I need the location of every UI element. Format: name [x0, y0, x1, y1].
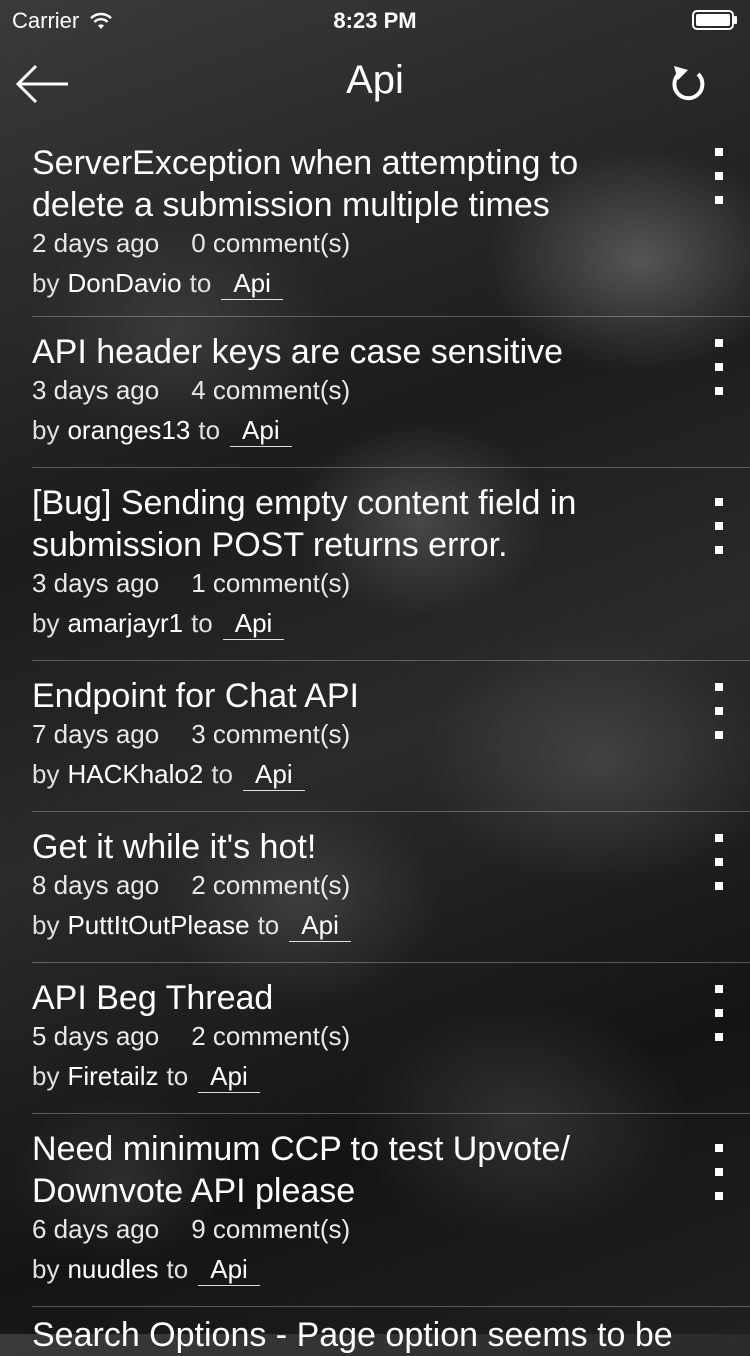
post-byline: by HACKhalo2 to Api: [32, 757, 750, 795]
channel-link[interactable]: Api: [289, 909, 351, 942]
post-age: 2 days ago: [32, 228, 160, 258]
more-options-icon[interactable]: [706, 834, 732, 894]
more-options-icon[interactable]: [706, 498, 732, 558]
by-label: by: [32, 268, 60, 298]
post-row[interactable]: API Beg Thread 5 days ago 2 comment(s) by…: [32, 963, 750, 1114]
post-title[interactable]: Endpoint for Chat API: [32, 675, 632, 717]
by-label: by: [32, 1061, 60, 1091]
status-time: 8:23 PM: [333, 8, 417, 33]
post-age: 5 days ago: [32, 1021, 160, 1051]
comment-count[interactable]: 9 comment(s): [191, 1212, 350, 1246]
post-age: 8 days ago: [32, 870, 160, 900]
by-label: by: [32, 415, 60, 445]
post-meta: 8 days ago 2 comment(s): [32, 868, 750, 908]
post-row[interactable]: ServerException when attempting to delet…: [32, 128, 750, 317]
post-age: 3 days ago: [32, 568, 160, 598]
to-label: to: [198, 415, 221, 445]
to-label: to: [166, 1061, 189, 1091]
author-name[interactable]: oranges13: [67, 415, 190, 445]
channel-link[interactable]: Api: [243, 758, 305, 791]
post-byline: by nuudles to Api: [32, 1252, 750, 1290]
post-meta: 7 days ago 3 comment(s): [32, 717, 750, 757]
post-row[interactable]: API header keys are case sensitive 3 day…: [32, 317, 750, 468]
post-row[interactable]: Need minimum CCP to test Upvote/ Downvot…: [32, 1114, 750, 1307]
comment-count[interactable]: 0 comment(s): [191, 226, 350, 260]
post-title[interactable]: [Bug] Sending empty content field in sub…: [32, 482, 632, 566]
post-title[interactable]: ServerException when attempting to delet…: [32, 142, 632, 226]
post-age: 6 days ago: [32, 1214, 160, 1244]
more-options-icon[interactable]: [706, 985, 732, 1045]
to-label: to: [191, 608, 213, 638]
post-byline: by PuttItOutPlease to Api: [32, 908, 750, 946]
more-options-icon[interactable]: [706, 148, 732, 208]
author-name[interactable]: DonDavio: [67, 268, 181, 298]
refresh-icon[interactable]: [668, 64, 710, 106]
channel-link[interactable]: Api: [222, 607, 285, 640]
to-label: to: [166, 1254, 189, 1284]
author-name[interactable]: Firetailz: [67, 1061, 158, 1091]
comment-count[interactable]: 4 comment(s): [191, 373, 350, 407]
post-meta: 5 days ago 2 comment(s): [32, 1019, 750, 1059]
post-title[interactable]: API Beg Thread: [32, 977, 632, 1019]
author-name[interactable]: HACKhalo2: [67, 759, 203, 789]
channel-link[interactable]: Api: [198, 1060, 260, 1093]
more-options-icon[interactable]: [706, 1144, 732, 1204]
channel-link[interactable]: Api: [221, 267, 283, 300]
post-meta: 6 days ago 9 comment(s): [32, 1212, 750, 1252]
comment-count[interactable]: 2 comment(s): [191, 1019, 350, 1053]
by-label: by: [32, 608, 60, 638]
post-row[interactable]: Endpoint for Chat API 7 days ago 3 commen…: [32, 661, 750, 812]
author-name[interactable]: PuttItOutPlease: [67, 910, 249, 940]
post-meta: 2 days ago 0 comment(s): [32, 226, 750, 266]
post-byline: by DonDavio to Api: [32, 266, 750, 304]
post-age: 3 days ago: [32, 375, 160, 405]
author-name[interactable]: amarjayr1: [67, 608, 183, 638]
post-meta: 3 days ago 4 comment(s): [32, 373, 750, 413]
post-age: 7 days ago: [32, 719, 160, 749]
to-label: to: [189, 268, 212, 298]
post-byline: by Firetailz to Api: [32, 1059, 750, 1097]
comment-count[interactable]: 1 comment(s): [191, 566, 350, 600]
to-label: to: [211, 759, 234, 789]
comment-count[interactable]: 3 comment(s): [191, 717, 350, 751]
by-label: by: [32, 1254, 60, 1284]
channel-link[interactable]: Api: [198, 1253, 260, 1286]
partial-post-title[interactable]: Search Options - Page option seems to be: [32, 1314, 673, 1356]
battery-icon: [692, 10, 737, 30]
to-label: to: [257, 910, 280, 940]
more-options-icon[interactable]: [706, 339, 732, 399]
post-byline: by oranges13 to Api: [32, 413, 750, 451]
post-title[interactable]: Need minimum CCP to test Upvote/ Downvot…: [32, 1128, 632, 1212]
post-title[interactable]: API header keys are case sensitive: [32, 331, 632, 373]
comment-count[interactable]: 2 comment(s): [191, 868, 350, 902]
author-name[interactable]: nuudles: [67, 1254, 158, 1284]
channel-link[interactable]: Api: [230, 414, 292, 447]
by-label: by: [32, 910, 60, 940]
more-options-icon[interactable]: [706, 683, 732, 743]
navigation-bar: Api: [0, 40, 750, 128]
post-row[interactable]: Get it while it's hot! 8 days ago 2 comme…: [32, 812, 750, 963]
post-byline: by amarjayr1 to Api: [32, 606, 750, 644]
post-title[interactable]: Get it while it's hot!: [32, 826, 632, 868]
by-label: by: [32, 759, 60, 789]
post-meta: 3 days ago 1 comment(s): [32, 566, 750, 606]
post-list: ServerException when attempting to delet…: [0, 128, 750, 1307]
post-row[interactable]: [Bug] Sending empty content field in sub…: [32, 468, 750, 661]
status-bar: Carrier 8:23 PM: [0, 0, 750, 40]
page-title: Api: [346, 58, 404, 102]
